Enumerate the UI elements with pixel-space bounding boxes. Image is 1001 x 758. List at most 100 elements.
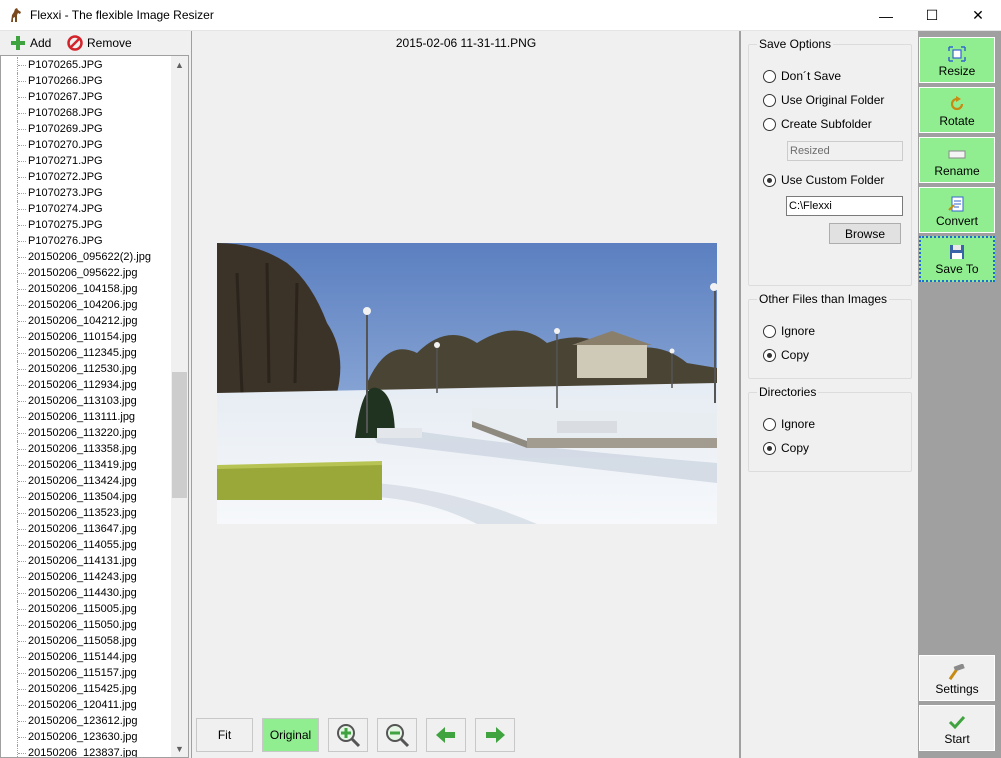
file-list-item[interactable]: P1070271.JPG (1, 153, 173, 169)
settings-button[interactable]: Settings (919, 655, 995, 701)
file-list-item[interactable]: P1070270.JPG (1, 137, 173, 153)
use-original-label: Use Original Folder (781, 93, 885, 107)
file-list-item[interactable]: 20150206_120411.jpg (1, 697, 173, 713)
add-button[interactable]: Add (10, 34, 51, 52)
save-options-title: Save Options (757, 37, 834, 51)
scroll-up-icon[interactable]: ▲ (171, 56, 188, 73)
file-list-item[interactable]: 20150206_113220.jpg (1, 425, 173, 441)
dont-save-radio[interactable]: Don´t Save (763, 68, 841, 84)
file-list-item[interactable]: 20150206_114243.jpg (1, 569, 173, 585)
use-original-folder-radio[interactable]: Use Original Folder (763, 92, 884, 108)
file-list-item[interactable]: 20150206_123837.jpg (1, 745, 173, 757)
file-list-item[interactable]: 20150206_114430.jpg (1, 585, 173, 601)
file-list-item[interactable]: 20150206_115425.jpg (1, 681, 173, 697)
window-title: Flexxi - The flexible Image Resizer (30, 8, 214, 22)
file-list-item[interactable]: 20150206_104212.jpg (1, 313, 173, 329)
resize-button[interactable]: Resize (919, 37, 995, 83)
radio-dir-ignore (763, 417, 776, 431)
file-list-item[interactable]: 20150206_115050.jpg (1, 617, 173, 633)
file-name: 20150206_114055.jpg (28, 539, 137, 551)
remove-button[interactable]: Remove (67, 34, 132, 52)
file-list-item[interactable]: 20150206_113111.jpg (1, 409, 173, 425)
file-list-item[interactable]: 20150206_113419.jpg (1, 457, 173, 473)
file-list-item[interactable]: 20150206_115157.jpg (1, 665, 173, 681)
maximize-button[interactable]: ☐ (909, 0, 955, 31)
file-list-item[interactable]: P1070268.JPG (1, 105, 173, 121)
resize-icon (948, 46, 966, 62)
file-list-item[interactable]: 20150206_104158.jpg (1, 281, 173, 297)
file-name: 20150206_112530.jpg (28, 363, 137, 375)
file-list-item[interactable]: 20150206_113103.jpg (1, 393, 173, 409)
use-custom-folder-radio[interactable]: Use Custom Folder (763, 172, 884, 188)
other-files-copy-radio[interactable]: Copy (763, 347, 809, 363)
zoom-in-button[interactable] (328, 718, 368, 752)
file-name: 20150206_113647.jpg (28, 523, 137, 535)
file-list-item[interactable]: 20150206_113647.jpg (1, 521, 173, 537)
file-list-item[interactable]: P1070267.JPG (1, 89, 173, 105)
rotate-button[interactable]: Rotate (919, 87, 995, 133)
file-list-item[interactable]: 20150206_113523.jpg (1, 505, 173, 521)
close-button[interactable]: ✕ (955, 0, 1001, 31)
tree-connector (17, 681, 26, 697)
scroll-down-icon[interactable]: ▼ (171, 740, 188, 757)
file-list-item[interactable]: P1070275.JPG (1, 217, 173, 233)
file-list-item[interactable]: 20150206_113424.jpg (1, 473, 173, 489)
previous-image-button[interactable] (426, 718, 466, 752)
tree-connector (17, 121, 26, 137)
tree-connector (17, 265, 26, 281)
directories-ignore-radio[interactable]: Ignore (763, 416, 815, 432)
fit-button[interactable]: Fit (196, 718, 253, 752)
file-list-item[interactable]: 20150206_114055.jpg (1, 537, 173, 553)
file-list-item[interactable]: 20150206_113358.jpg (1, 441, 173, 457)
rename-button[interactable]: Rename (919, 137, 995, 183)
dont-save-label: Don´t Save (781, 69, 842, 83)
file-list-item[interactable]: P1070269.JPG (1, 121, 173, 137)
file-list-item[interactable]: 20150206_115058.jpg (1, 633, 173, 649)
create-subfolder-radio[interactable]: Create Subfolder (763, 116, 872, 132)
file-list-item[interactable]: P1070265.JPG (1, 57, 173, 73)
file-tree[interactable]: P1070265.JPG P1070266.JPG P1070267.JPG P107… (0, 55, 189, 758)
scroll-thumb[interactable] (172, 372, 187, 498)
tree-connector (17, 297, 26, 313)
file-list-item[interactable]: 20150206_095622(2).jpg (1, 249, 173, 265)
file-list-item[interactable]: 20150206_095622.jpg (1, 265, 173, 281)
minimize-button[interactable]: — (863, 0, 909, 31)
radio-create-subfolder (763, 117, 776, 131)
directories-copy-radio[interactable]: Copy (763, 440, 809, 456)
file-list-item[interactable]: P1070266.JPG (1, 73, 173, 89)
resize-label: Resize (938, 64, 976, 78)
start-button[interactable]: Start (919, 705, 995, 751)
file-list-item[interactable]: 20150206_123612.jpg (1, 713, 173, 729)
file-list-item[interactable]: 20150206_113504.jpg (1, 489, 173, 505)
tree-connector (17, 649, 26, 665)
file-list-item[interactable]: 20150206_104206.jpg (1, 297, 173, 313)
file-list-item[interactable]: 20150206_112530.jpg (1, 361, 173, 377)
file-list-item[interactable]: 20150206_110154.jpg (1, 329, 173, 345)
file-name: 20150206_113220.jpg (28, 427, 137, 439)
custom-folder-field[interactable] (786, 196, 903, 216)
convert-button[interactable]: Convert (919, 187, 995, 233)
file-list-item[interactable]: P1070274.JPG (1, 201, 173, 217)
file-list-item[interactable]: 20150206_115005.jpg (1, 601, 173, 617)
file-list-item[interactable]: 20150206_115144.jpg (1, 649, 173, 665)
radio-other-copy (763, 348, 776, 362)
arrow-right-icon (486, 727, 505, 743)
arrow-left-icon (436, 727, 455, 743)
browse-button[interactable]: Browse (829, 223, 901, 244)
original-size-button[interactable]: Original (262, 718, 319, 752)
file-list-item[interactable]: P1070276.JPG (1, 233, 173, 249)
tree-connector (17, 73, 26, 89)
file-name: 20150206_112345.jpg (28, 347, 137, 359)
file-list-item[interactable]: 20150206_112345.jpg (1, 345, 173, 361)
file-list-item[interactable]: P1070273.JPG (1, 185, 173, 201)
file-list-item[interactable]: P1070272.JPG (1, 169, 173, 185)
file-list-item[interactable]: 20150206_112934.jpg (1, 377, 173, 393)
save-to-button[interactable]: Save To (919, 236, 995, 282)
file-list-scrollbar[interactable]: ▲ ▼ (171, 56, 188, 757)
other-files-ignore-radio[interactable]: Ignore (763, 323, 815, 339)
other-files-group: Other Files than Images Ignore Copy (748, 292, 912, 379)
file-list-item[interactable]: 20150206_123630.jpg (1, 729, 173, 745)
zoom-out-button[interactable] (377, 718, 417, 752)
file-list-item[interactable]: 20150206_114131.jpg (1, 553, 173, 569)
next-image-button[interactable] (475, 718, 515, 752)
